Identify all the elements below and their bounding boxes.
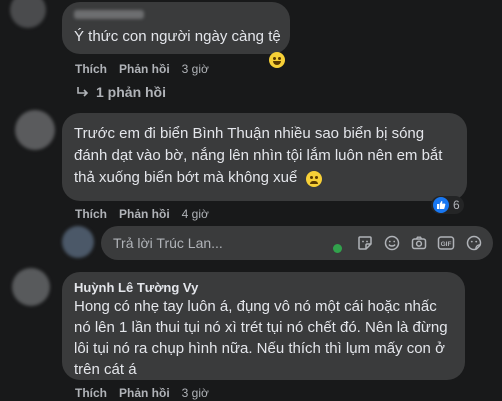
commenter-name-blurred	[74, 10, 144, 19]
replies-count: 1 phản hồi	[96, 84, 166, 100]
reply-link[interactable]: Phản hồi	[119, 386, 170, 400]
gif-icon[interactable]: GIF	[437, 234, 455, 252]
comment-actions: Thích Phản hồi 4 giờ	[75, 207, 209, 221]
view-replies-link[interactable]: 1 phản hồi	[76, 84, 166, 100]
reply-box: GIF	[101, 226, 493, 260]
reply-link[interactable]: Phản hồi	[119, 207, 170, 221]
comment-actions: Thích Phản hồi 3 giờ	[75, 386, 209, 400]
comment-actions: Thích Phản hồi 3 giờ	[75, 62, 209, 76]
svg-text:GIF: GIF	[441, 241, 452, 248]
camera-icon[interactable]	[410, 234, 428, 252]
like-link[interactable]: Thích	[75, 62, 107, 76]
reaction-count[interactable]: 6	[431, 196, 464, 214]
laughing-emoji-icon	[269, 52, 285, 68]
like-reaction-icon	[433, 197, 449, 213]
reaction-number: 6	[453, 198, 460, 212]
comment-bubble: Trước em đi biển Bình Thuận nhiều sao bi…	[62, 113, 467, 201]
user-avatar	[62, 226, 94, 258]
comment-text: Ý thức con người ngày càng tệ	[74, 28, 281, 45]
comment-text-line-2: nó lên 1 lần thui tụi nó xì trét tụi nó …	[74, 319, 448, 336]
sad-emoji-icon	[306, 171, 322, 187]
comment-text-line-1: Trước em đi biển Bình Thuận nhiều sao bi…	[74, 125, 425, 142]
comment-text-line-3: thả xuống biển bớt mà không xuể	[74, 169, 298, 186]
comment-text-line-1: Hong có nhẹ tay luôn á, đụng vô nó một c…	[74, 298, 437, 315]
like-link[interactable]: Thích	[75, 386, 107, 400]
reply-input[interactable]	[113, 234, 328, 252]
reply-link[interactable]: Phản hồi	[119, 62, 170, 76]
online-status-dot	[333, 244, 342, 253]
reply-arrow-icon	[77, 87, 89, 97]
comment-text-line-4: trên cát á	[74, 361, 137, 378]
sticker-alt-icon[interactable]	[465, 234, 483, 252]
comment-author[interactable]: Huỳnh Lê Tường Vy	[74, 280, 198, 295]
commenter-avatar[interactable]	[10, 0, 46, 28]
comment-bubble: Huỳnh Lê Tường Vy Hong có nhẹ tay luôn á…	[62, 272, 465, 380]
like-link[interactable]: Thích	[75, 207, 107, 221]
comment-time[interactable]: 3 giờ	[182, 386, 209, 400]
emoji-icon[interactable]	[383, 234, 401, 252]
comment-text-line-2: đánh dạt vào bờ, nắng lên nhìn tội lắm l…	[74, 147, 443, 164]
commenter-avatar[interactable]	[12, 268, 50, 306]
comment-time[interactable]: 4 giờ	[182, 207, 209, 221]
comment-time[interactable]: 3 giờ	[182, 62, 209, 76]
sticker-icon[interactable]	[356, 234, 374, 252]
comment-text-line-3: lôi tụi nó ra chụp hình nữa. Nếu thích t…	[74, 340, 445, 357]
commenter-avatar[interactable]	[15, 110, 55, 150]
comment-bubble: Ý thức con người ngày càng tệ	[62, 2, 290, 68]
